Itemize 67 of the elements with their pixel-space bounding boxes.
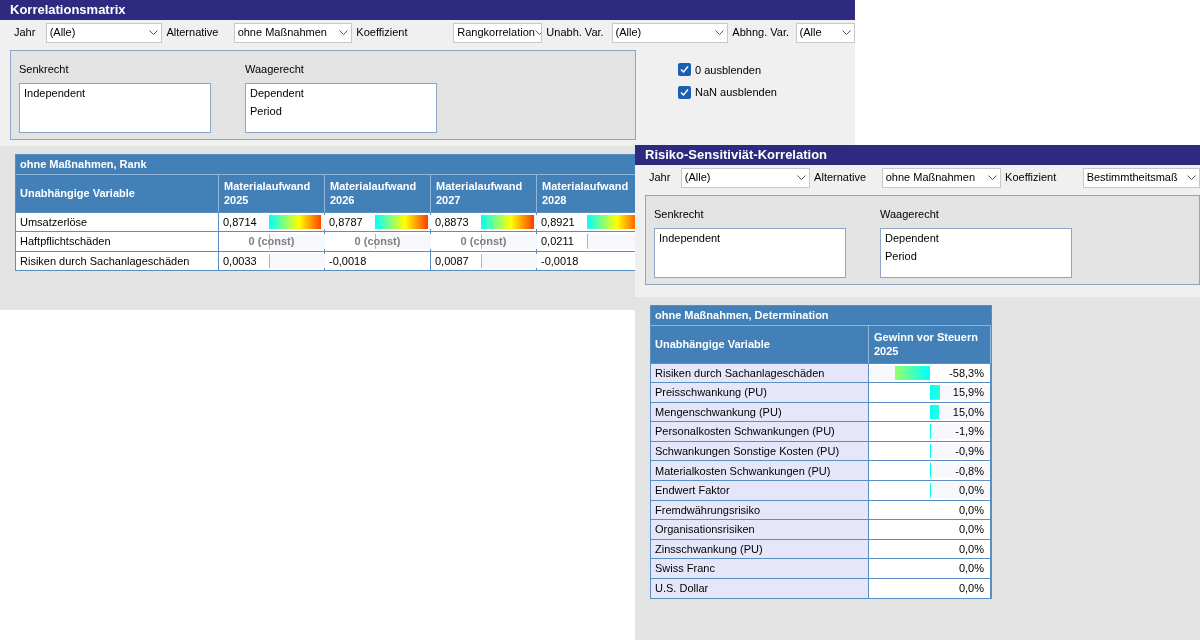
- list-item[interactable]: Dependent: [885, 231, 1067, 246]
- column-header: Materialaufwand 2026: [325, 174, 431, 212]
- row-label: Personalkosten Schwankungen (PU): [651, 422, 869, 441]
- filter-label: Jahr: [13, 25, 37, 41]
- row-label: Schwankungen Sonstige Kosten (PU): [651, 441, 869, 461]
- dropdown[interactable]: Rangkorrelation: [453, 22, 543, 43]
- window-title: Risiko-Sensitiviät-Korrelation: [645, 146, 828, 164]
- filter-label: Abhng. Var.: [731, 25, 790, 41]
- filter-label: Alternative: [813, 170, 868, 186]
- filter-label: Unabh. Var.: [545, 25, 605, 41]
- list-box[interactable]: Independent: [19, 83, 211, 133]
- list-box[interactable]: Independent: [654, 228, 846, 278]
- checkbox[interactable]: [678, 85, 691, 99]
- checkbox[interactable]: [678, 63, 691, 77]
- column-header: Unabhängige Variable: [651, 325, 869, 363]
- window-title: Korrelationsmatrix: [10, 1, 126, 19]
- list-item[interactable]: Independent: [24, 86, 206, 101]
- chevron-down-icon: [988, 174, 998, 181]
- row-label: Organisationsrisiken: [651, 520, 869, 539]
- chevron-down-icon: [797, 174, 807, 181]
- dropdown[interactable]: Bestimmtheitsmaß: [1082, 167, 1200, 188]
- list-label: Waagerecht: [245, 61, 305, 77]
- row-label: Zinsschwankung (PU): [651, 539, 869, 559]
- list-item[interactable]: Period: [250, 104, 432, 119]
- chevron-down-icon: [715, 29, 725, 36]
- chevron-down-icon: [1187, 174, 1196, 181]
- checkbox-label: 0 ausblenden: [695, 62, 762, 78]
- filter-label: Koeffizient: [355, 25, 409, 41]
- list-label: Waagerecht: [880, 206, 940, 222]
- list-label: Senkrecht: [654, 206, 705, 222]
- list-item[interactable]: Independent: [659, 231, 841, 246]
- chevron-down-icon: [339, 29, 349, 36]
- dropdown[interactable]: ohne Maßnahmen: [233, 22, 353, 43]
- table-cell: -0,0018: [325, 251, 431, 271]
- list-item[interactable]: Dependent: [250, 86, 432, 101]
- checkbox-label: NaN ausblenden: [695, 85, 777, 100]
- row-label: Risiken durch Sachanlageschäden: [651, 363, 869, 383]
- table-cell: 0,8873: [431, 212, 537, 232]
- column-header: Materialaufwand 2027: [431, 174, 537, 212]
- chevron-down-icon: [149, 29, 159, 36]
- dropdown[interactable]: (Alle): [45, 22, 163, 43]
- table-cell: -58,3%: [869, 363, 991, 383]
- column-header: Unabhängige Variable: [16, 174, 219, 212]
- column-header: Gewinn vor Steuern 2025: [869, 325, 991, 363]
- list-label: Senkrecht: [19, 61, 70, 77]
- chevron-down-icon: [842, 29, 851, 36]
- table-cell: 0,8787: [325, 212, 431, 232]
- chevron-down-icon: [534, 29, 542, 36]
- row-label: Mengenschwankung (PU): [651, 402, 869, 422]
- list-item[interactable]: Period: [885, 249, 1067, 264]
- filter-label: Koeffizient: [1004, 170, 1058, 186]
- dropdown[interactable]: (Alle): [680, 167, 811, 188]
- row-label: U.S. Dollar: [651, 579, 869, 598]
- dropdown[interactable]: (Alle: [795, 22, 855, 43]
- table-caption: ohne Maßnahmen, Determination: [651, 305, 991, 326]
- column-header: Materialaufwand 2025: [219, 174, 325, 212]
- dropdown[interactable]: (Alle): [611, 22, 729, 43]
- row-label: Materialkosten Schwankungen (PU): [651, 461, 869, 481]
- row-label: Preisschwankung (PU): [651, 383, 869, 402]
- row-label: Swiss Franc: [651, 559, 869, 579]
- list-box[interactable]: Dependent Period: [880, 228, 1072, 278]
- filter-label: Alternative: [165, 25, 220, 41]
- dropdown[interactable]: ohne Maßnahmen: [881, 167, 1002, 188]
- filter-label: Jahr: [648, 170, 672, 186]
- row-label: Endwert Faktor: [651, 481, 869, 500]
- row-label: Fremdwährungsrisiko: [651, 500, 869, 520]
- list-box[interactable]: Dependent Period: [245, 83, 437, 133]
